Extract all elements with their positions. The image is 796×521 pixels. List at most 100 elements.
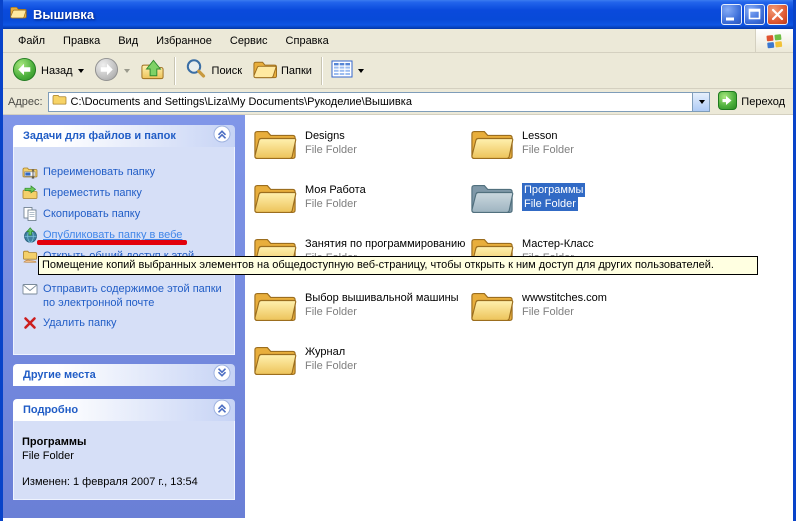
task-pane-sidebar: Задачи для файлов и папок Переименовать …: [3, 115, 245, 518]
folder-tile[interactable]: Выбор вышивальной машины File Folder: [253, 289, 470, 343]
address-folder-icon: [52, 93, 67, 111]
search-icon: [184, 57, 208, 84]
folder-icon: [253, 127, 297, 163]
task-link[interactable]: Отправить содержимое этой папки по элект…: [22, 281, 228, 310]
task-link[interactable]: Скопировать папку: [22, 206, 228, 222]
address-dropdown-button[interactable]: [692, 93, 709, 111]
move-folder-icon: [22, 185, 38, 201]
folder-icon: [470, 289, 514, 325]
folders-icon: [252, 57, 277, 84]
minimize-button[interactable]: [721, 4, 742, 25]
folder-name: wwwstitches.com: [522, 291, 607, 305]
publish-web-icon: [22, 227, 38, 243]
up-folder-icon: [140, 57, 165, 84]
share-folder-icon: [22, 248, 38, 264]
folder-type: File Folder: [305, 305, 357, 319]
details-body: Программы File Folder Изменен: 1 февраля…: [13, 421, 235, 500]
folder-icon: [253, 289, 297, 325]
file-folder-tasks-title: Задачи для файлов и папок: [23, 130, 213, 142]
folder-type: File Folder: [522, 305, 574, 319]
forward-icon: [94, 57, 119, 85]
folder-icon: [253, 343, 297, 379]
window-title: Вышивка: [33, 7, 719, 22]
tooltip: Помещение копий выбранных элементов на о…: [38, 256, 758, 275]
search-button[interactable]: Поиск: [179, 55, 247, 86]
back-button[interactable]: Назад: [7, 55, 89, 87]
other-places-header[interactable]: Другие места: [13, 364, 235, 386]
explorer-window: Вышивка Файл Правка Вид Избранное Сервис…: [0, 0, 796, 521]
search-label: Поиск: [212, 65, 242, 77]
menu-view[interactable]: Вид: [109, 32, 147, 50]
menu-file[interactable]: Файл: [9, 32, 54, 50]
window-folder-icon: [9, 4, 27, 25]
folders-button[interactable]: Папки: [247, 55, 317, 86]
address-bar: Адрес: C:\Documents and Settings\Liza\My…: [3, 89, 793, 115]
content-area: Задачи для файлов и папок Переименовать …: [3, 115, 793, 518]
folder-name: Мастер-Класс: [522, 237, 594, 251]
views-icon: [331, 59, 353, 82]
menu-tools[interactable]: Сервис: [221, 32, 277, 50]
folder-type: File Folder: [522, 143, 574, 157]
go-label: Переход: [741, 96, 785, 108]
folder-tile[interactable]: wwwstitches.com File Folder: [470, 289, 687, 343]
menu-favorites[interactable]: Избранное: [147, 32, 221, 50]
folder-tile[interactable]: Моя Работа File Folder: [253, 181, 470, 235]
folder-icon: [253, 181, 297, 217]
delete-icon: [22, 315, 38, 331]
task-link[interactable]: Удалить папку: [22, 315, 228, 331]
chevron-down-icon: [699, 100, 705, 104]
details-item-name: Программы: [22, 435, 226, 449]
folder-name: Моя Работа: [305, 183, 366, 197]
chevron-up-icon[interactable]: [213, 125, 231, 148]
views-button[interactable]: [326, 57, 369, 84]
red-underline-annotation: [37, 240, 187, 245]
folder-name: Журнал: [305, 345, 345, 359]
back-dropdown-caret[interactable]: [78, 69, 84, 73]
back-icon: [12, 57, 37, 85]
up-button[interactable]: [135, 55, 170, 86]
folder-name: Программы: [522, 183, 585, 197]
file-folder-tasks-list: Переименовать папку Переместить папку Ск…: [13, 147, 235, 355]
folder-type: File Folder: [522, 197, 578, 211]
menu-help[interactable]: Справка: [277, 32, 338, 50]
chevron-down-icon[interactable]: [213, 364, 231, 387]
close-button[interactable]: [767, 4, 788, 25]
views-dropdown-caret[interactable]: [358, 69, 364, 73]
folder-name: Lesson: [522, 129, 557, 143]
folder-tile[interactable]: Журнал File Folder: [253, 343, 470, 397]
details-header[interactable]: Подробно: [13, 399, 235, 421]
panel-details: Подробно Программы File Folder Изменен: …: [13, 399, 235, 500]
folder-tile[interactable]: Lesson File Folder: [470, 127, 687, 181]
folder-tile[interactable]: Программы File Folder: [470, 181, 687, 235]
address-path[interactable]: C:\Documents and Settings\Liza\My Docume…: [71, 96, 689, 108]
file-folder-tasks-header[interactable]: Задачи для файлов и папок: [13, 125, 235, 147]
panel-file-folder-tasks: Задачи для файлов и папок Переименовать …: [13, 125, 235, 355]
file-list-area: Designs File Folder Lesson File Folder М…: [245, 115, 793, 518]
panel-other-places: Другие места: [13, 364, 235, 386]
toolbar: Назад Поиск Папки: [3, 53, 793, 89]
forward-button[interactable]: [89, 55, 135, 87]
toolbar-separator: [321, 57, 322, 85]
folder-type: File Folder: [305, 359, 357, 373]
address-label: Адрес:: [8, 96, 43, 108]
toolbar-separator: [174, 57, 175, 85]
chevron-up-icon[interactable]: [213, 399, 231, 422]
task-link[interactable]: Переименовать папку: [22, 164, 228, 180]
task-link[interactable]: Переместить папку: [22, 185, 228, 201]
address-combobox[interactable]: C:\Documents and Settings\Liza\My Docume…: [48, 92, 711, 112]
maximize-button[interactable]: [744, 4, 765, 25]
other-places-title: Другие места: [23, 369, 213, 381]
go-button[interactable]: Переход: [715, 91, 788, 113]
rename-folder-icon: [22, 164, 38, 180]
task-link[interactable]: Опубликовать папку в вебе: [22, 227, 228, 243]
copy-folder-icon: [22, 206, 38, 222]
folder-name: Designs: [305, 129, 345, 143]
folder-tile[interactable]: Designs File Folder: [253, 127, 470, 181]
forward-dropdown-caret[interactable]: [124, 69, 130, 73]
menu-bar: Файл Правка Вид Избранное Сервис Справка: [3, 29, 793, 53]
menu-edit[interactable]: Правка: [54, 32, 109, 50]
folder-name: Выбор вышивальной машины: [305, 291, 459, 305]
details-title: Подробно: [23, 404, 213, 416]
title-bar: Вышивка: [3, 0, 793, 29]
folder-name: Занятия по программированию: [305, 237, 465, 251]
